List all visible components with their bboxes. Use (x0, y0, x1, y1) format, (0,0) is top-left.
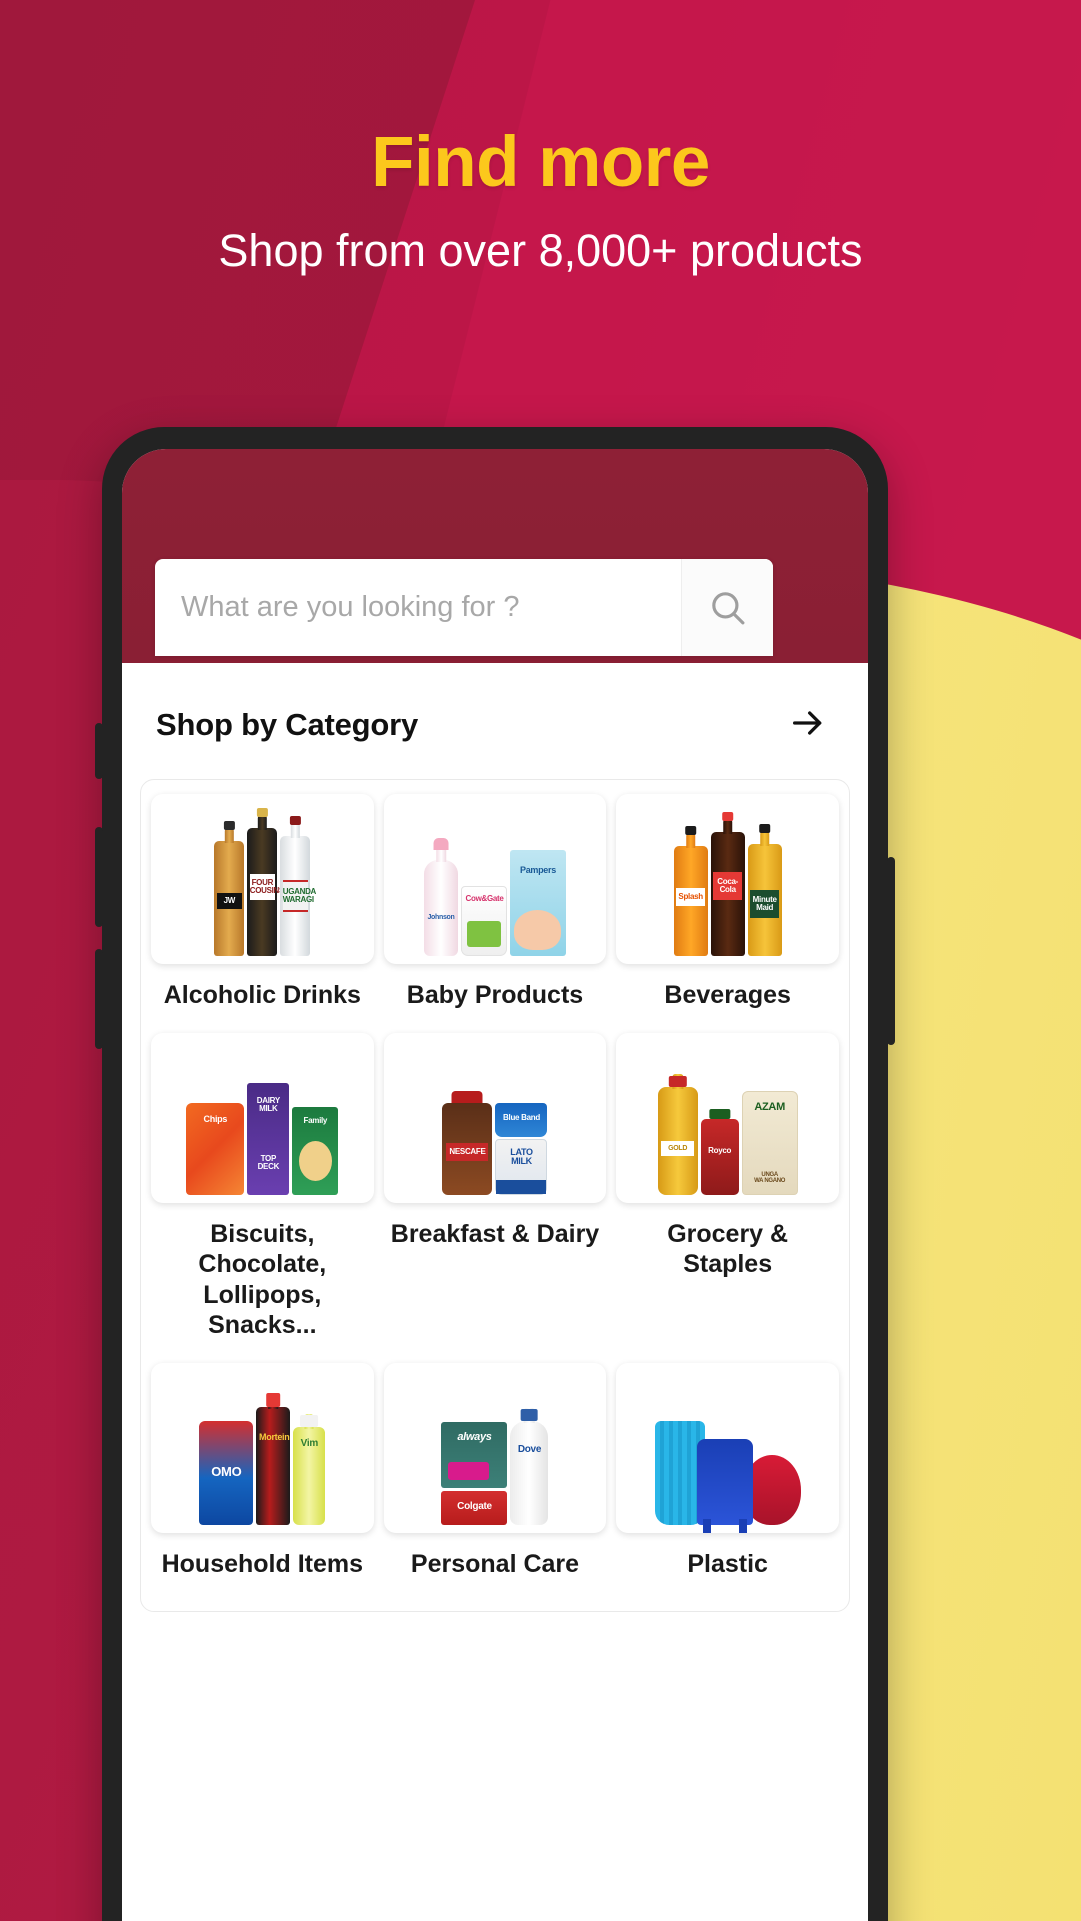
category-grid-panel: JW FOUR COUSINS UGANDA WARAGI Alcoholic … (140, 779, 850, 1612)
search-bar[interactable] (155, 559, 773, 656)
category-image-breakfast-dairy: NESCAFE Blue Band LATO MILK (383, 1032, 607, 1203)
category-image-alcoholic-drinks: JW FOUR COUSINS UGANDA WARAGI (151, 794, 374, 964)
page-title: Shop by Category (156, 707, 419, 742)
phone-button-volume-up (95, 827, 103, 927)
category-label: Breakfast & Dairy (390, 1219, 600, 1248)
category-image-household-items: OMO Mortein Vim (151, 1362, 374, 1533)
category-image-personal-care-wrap[interactable]: always Colgate Dove Personal Care (383, 1362, 607, 1602)
hero-section: Find more Shop from over 8,000+ products (0, 123, 1081, 277)
screenshot-root: Find more Shop from over 8,000+ products (0, 0, 1081, 1921)
hero-title: Find more (371, 123, 710, 202)
category-label: Alcoholic Drinks (163, 981, 361, 1009)
search-input[interactable] (155, 559, 681, 656)
category-item-biscuits-chocolate[interactable]: Chips DAIRY MILK TOP DECK Family Biscuit… (151, 1032, 374, 1363)
category-item-grocery-staples[interactable]: GOLD Royco AZAM UNGA WA NGANO Grocery & … (616, 1032, 839, 1363)
search-button[interactable] (681, 559, 773, 656)
category-label: Plastic (687, 1549, 768, 1578)
phone-screen: Shop by Category (122, 449, 868, 1921)
category-label: Household Items (161, 1549, 364, 1578)
category-image-grocery-staples: GOLD Royco AZAM UNGA WA NGANO (616, 1032, 839, 1203)
category-label: Grocery & Staples (667, 1219, 789, 1279)
phone-button-silent (95, 723, 103, 779)
phone-mockup: Shop by Category (95, 427, 895, 1921)
app-body: Shop by Category JW FOUR COUSINS UGANDA … (122, 663, 868, 1921)
hero-subtitle: Shop from over 8,000+ products (218, 224, 863, 276)
category-image-baby-products: Johnson Cow&Gate Pampers (383, 794, 607, 964)
app-header (122, 449, 868, 663)
category-image-beverages: Splash Coca-Cola Minute Maid (616, 794, 839, 964)
category-label: Baby Products (406, 981, 584, 1009)
view-all-categories-button[interactable] (782, 699, 834, 751)
category-grid: JW FOUR COUSINS UGANDA WARAGI Alcoholic … (151, 794, 839, 1601)
category-label: Personal Care (410, 1549, 580, 1578)
category-label: Beverages (664, 981, 791, 1009)
section-header: Shop by Category (122, 663, 868, 779)
category-item-beverages[interactable]: Splash Coca-Cola Minute Maid Beverages (616, 794, 839, 1033)
category-image-personal-care: always Colgate Dove (383, 1362, 607, 1533)
category-item-alcoholic-drinks[interactable]: JW FOUR COUSINS UGANDA WARAGI Alcoholic … (151, 794, 374, 1033)
arrow-right-icon (788, 703, 828, 748)
search-icon (707, 587, 749, 629)
category-item-plastic[interactable]: Plastic (616, 1362, 839, 1602)
phone-button-volume-down (95, 949, 103, 1049)
category-image-plastic (616, 1362, 839, 1533)
phone-button-power (887, 857, 895, 1045)
category-item-household-items[interactable]: OMO Mortein Vim Household Items (151, 1362, 374, 1602)
category-label: Biscuits, Chocolate, Lollipops, Snacks..… (198, 1219, 327, 1340)
category-item-breakfast-dairy[interactable]: NESCAFE Blue Band LATO MILK Breakfast & … (383, 1032, 607, 1363)
category-item-baby-products[interactable]: Johnson Cow&Gate Pampers Baby Products (383, 794, 607, 1033)
category-image-biscuits-chocolate: Chips DAIRY MILK TOP DECK Family (151, 1032, 374, 1203)
